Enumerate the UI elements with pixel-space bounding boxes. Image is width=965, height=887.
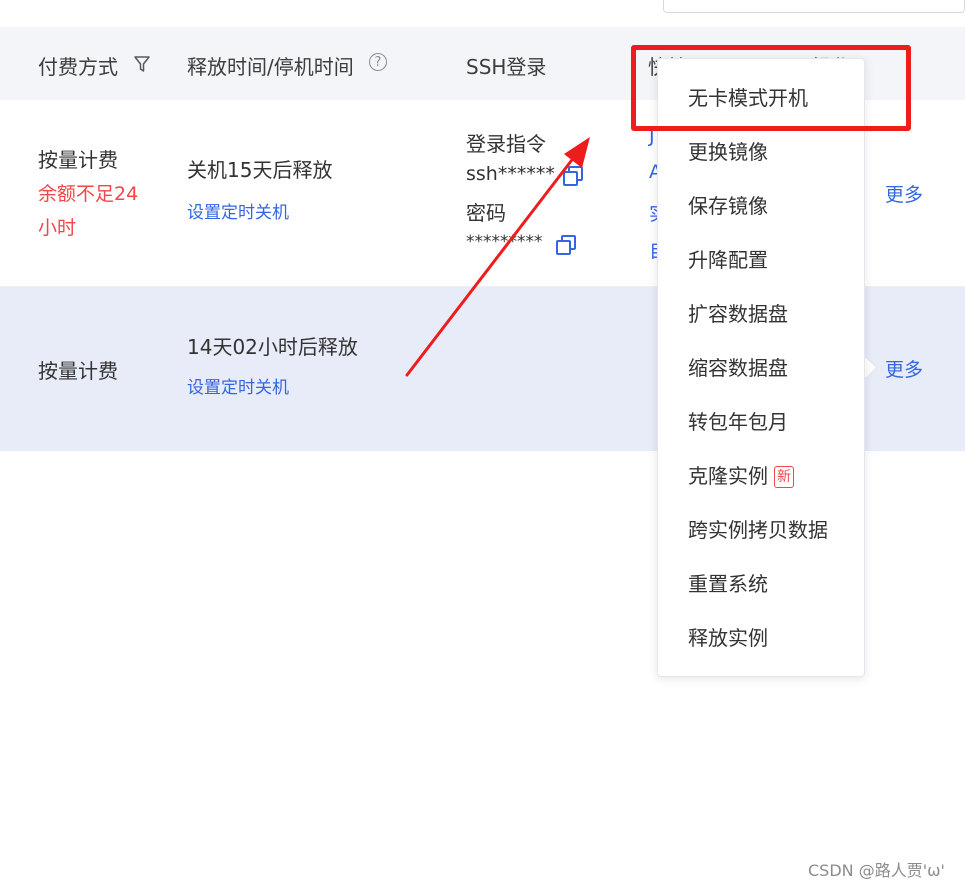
annotation-arrow (405, 137, 590, 377)
watermark: CSDN @路人贾'ω' (808, 861, 945, 880)
